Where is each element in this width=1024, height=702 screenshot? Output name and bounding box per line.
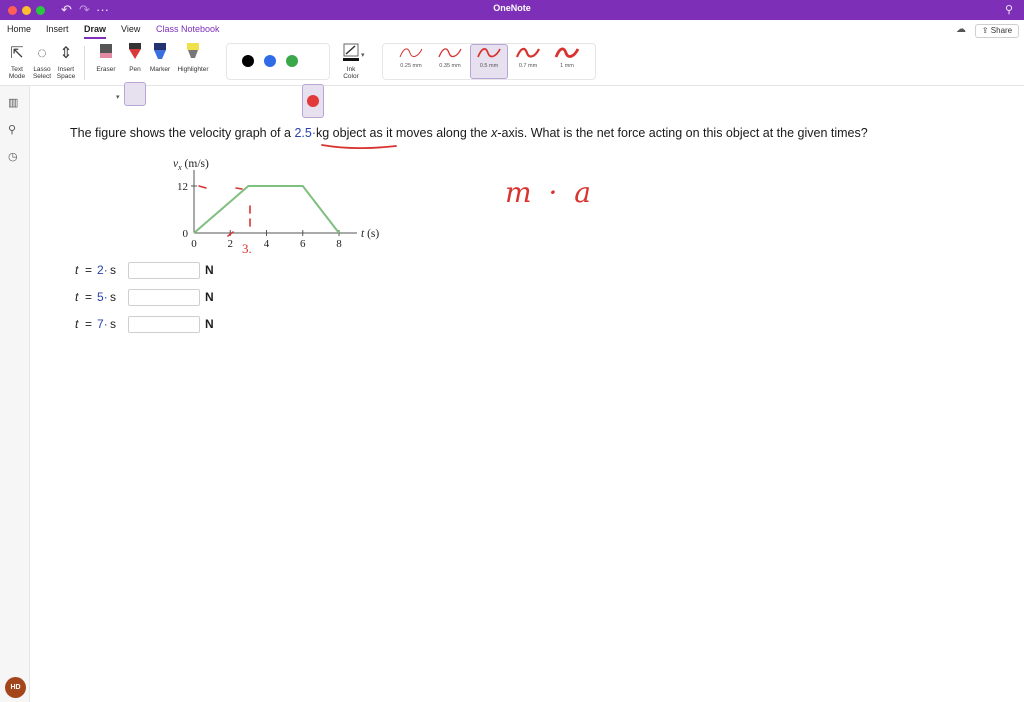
highlighter-icon <box>174 42 212 66</box>
thickness-1-button[interactable]: 1 mm <box>548 43 586 78</box>
tab-view[interactable]: View <box>121 24 140 34</box>
time-value: 7· <box>97 317 108 331</box>
search-icon[interactable]: ⚲ <box>8 123 16 136</box>
ink-formula: m · a <box>505 176 595 209</box>
answer-row-t7: t = 7· s N <box>75 316 214 333</box>
sync-icon[interactable]: ⚲ <box>1005 2 1013 18</box>
x-tick-label: 2 <box>228 238 234 250</box>
pen-icon <box>122 42 148 66</box>
app-title: OneNote <box>493 3 531 13</box>
eraser-button[interactable]: Eraser <box>92 42 120 84</box>
force-input-t7[interactable] <box>128 316 200 333</box>
text-mode-button[interactable]: ⇱ Text Mode <box>5 42 29 84</box>
thickness-025-button[interactable]: 0.25 mm <box>392 43 430 78</box>
insert-space-button[interactable]: ⇕ Insert Space <box>54 42 78 84</box>
navigation-rail: ▥ ⚲ ◷ HD <box>0 86 30 702</box>
text-mode-icon: ⇱ <box>10 45 24 62</box>
x-tick-label: 4 <box>264 238 270 250</box>
highlighter-button[interactable]: Highlighter <box>174 42 212 84</box>
velocity-graph: 0 2 4 6 8 0 12 vx (m/s) t (s) <box>173 158 379 250</box>
tab-insert[interactable]: Insert <box>46 24 69 34</box>
color-green-swatch[interactable] <box>286 55 298 67</box>
cloud-sync-icon[interactable]: ☁ <box>956 24 966 35</box>
tab-draw[interactable]: Draw <box>84 24 107 39</box>
thickness-05-button[interactable]: 0.5 mm <box>470 43 508 78</box>
recent-icon[interactable]: ◷ <box>8 150 18 163</box>
ribbon-separator <box>84 46 85 80</box>
y-tick-label: 0 <box>183 228 189 240</box>
force-input-t5[interactable] <box>128 289 200 306</box>
y-axis-label: vx (m/s) <box>173 158 209 172</box>
color-red-swatch[interactable] <box>307 95 319 107</box>
lasso-select-button[interactable]: ◌ Lasso Select <box>30 42 54 84</box>
ink-layer: 3. m · a <box>198 144 595 256</box>
x-tick-label: 8 <box>336 238 342 250</box>
ink-color-dropdown-icon[interactable]: ▾ <box>361 48 365 64</box>
velocity-line <box>193 185 340 234</box>
answer-row-t5: t = 5· s N <box>75 289 214 306</box>
tab-class-notebook[interactable]: Class Notebook <box>156 24 220 34</box>
draw-ribbon: ⇱ Text Mode ◌ Lasso Select ⇕ Insert Spac… <box>0 40 1024 118</box>
y-tick-label: 12 <box>177 181 188 193</box>
eraser-dropdown-icon[interactable]: ▾ <box>116 90 120 106</box>
x-tick-label: 0 <box>191 238 197 250</box>
tab-home[interactable]: Home <box>7 24 31 34</box>
avatar[interactable]: HD <box>5 677 26 698</box>
pen-selected-highlight <box>124 82 146 106</box>
color-black-swatch[interactable] <box>242 55 254 67</box>
force-input-t2[interactable] <box>128 262 200 279</box>
mass-unit: kg <box>316 126 330 140</box>
question-text: The figure shows the velocity graph of a… <box>70 126 868 140</box>
pen-button[interactable]: Pen <box>122 42 148 84</box>
lasso-icon: ◌ <box>37 45 47 62</box>
ribbon-tabs: Home Insert Draw View Class Notebook <box>0 20 1024 40</box>
insert-space-icon: ⇕ <box>59 45 73 62</box>
share-icon: ⇪ <box>981 26 989 35</box>
x-tick-label: 6 <box>300 238 306 250</box>
thickness-stroke-icon <box>438 48 462 58</box>
thickness-07-button[interactable]: 0.7 mm <box>509 43 547 78</box>
eraser-icon <box>92 42 120 66</box>
thickness-stroke-icon <box>399 48 423 58</box>
thickness-stroke-icon <box>477 48 501 58</box>
marker-button[interactable]: Marker <box>147 42 173 84</box>
title-bar: ↶ ↷ ··· OneNote ⚲ <box>0 0 1024 20</box>
marker-icon <box>147 42 173 66</box>
thickness-stroke-icon <box>554 47 580 58</box>
ink-underline-mass <box>321 144 397 150</box>
share-button[interactable]: ⇪ Share <box>975 24 1019 38</box>
x-axis-label: t (s) <box>361 228 379 240</box>
answer-row-t2: t = 2· s N <box>75 262 214 279</box>
time-value: 2· <box>97 263 108 277</box>
time-value: 5· <box>97 290 108 304</box>
share-label: Share <box>990 26 1013 35</box>
thickness-035-button[interactable]: 0.35 mm <box>431 43 469 78</box>
color-blue-swatch[interactable] <box>264 55 276 67</box>
mass-value: 2.5 <box>294 126 312 140</box>
thickness-stroke-icon <box>515 47 540 58</box>
notebooks-icon[interactable]: ▥ <box>8 96 18 109</box>
